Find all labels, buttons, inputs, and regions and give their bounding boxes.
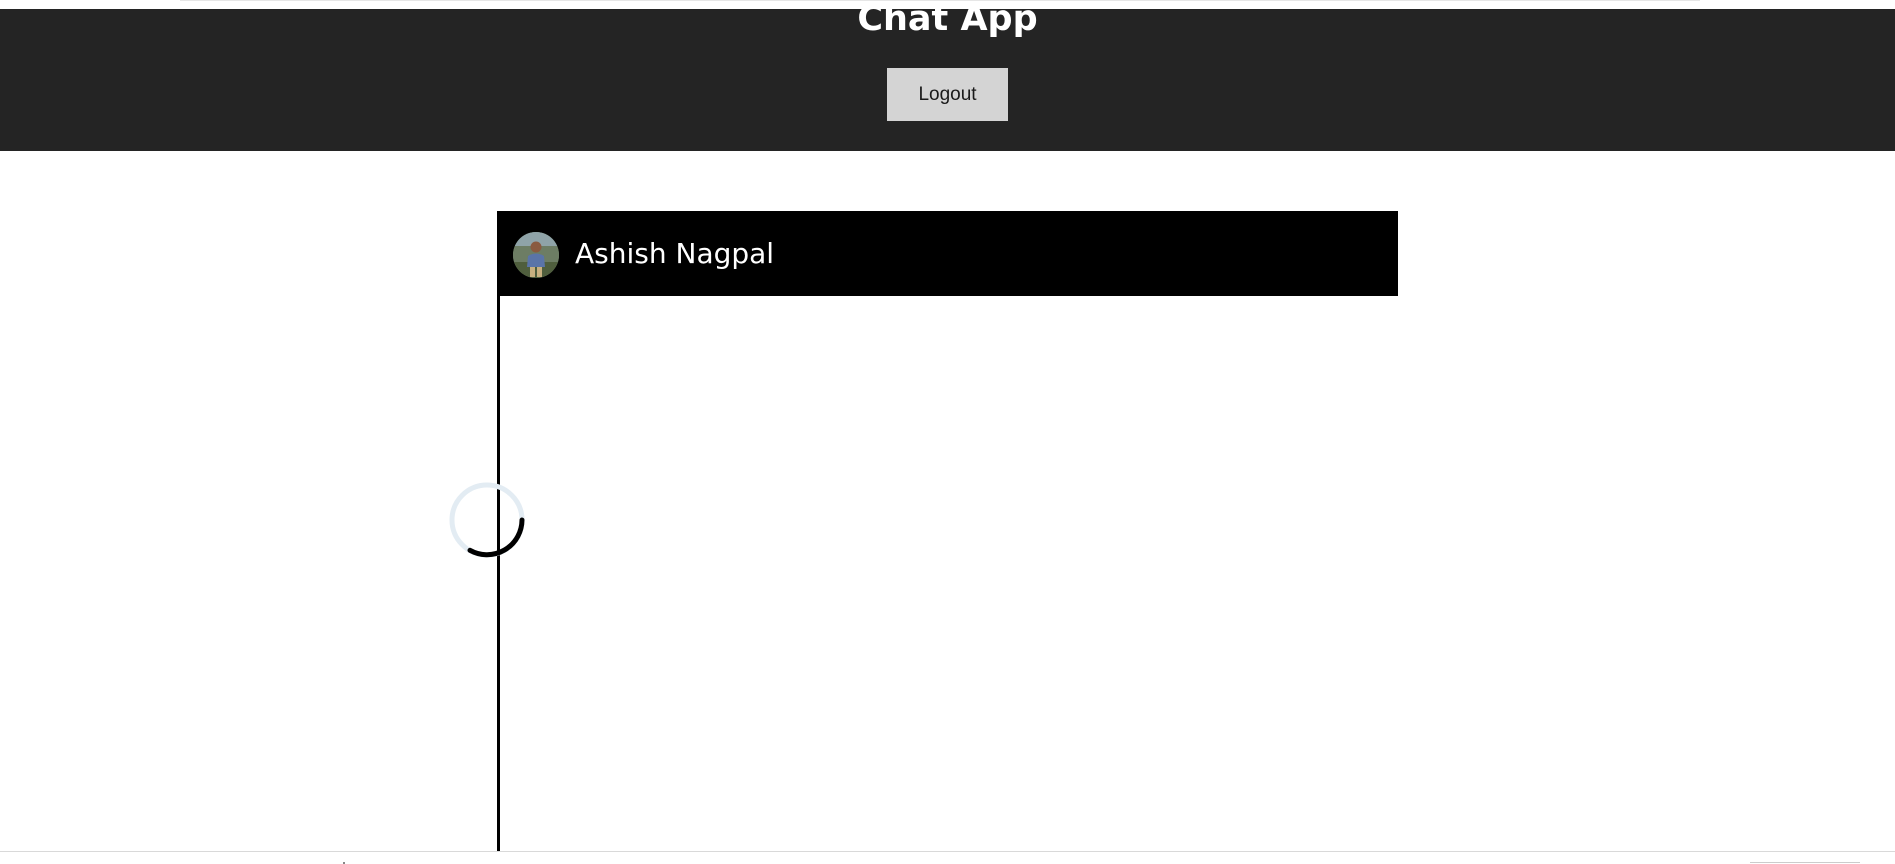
chat-header: Ashish Nagpal <box>500 211 1398 296</box>
chat-panel: Ashish Nagpal <box>497 211 1398 864</box>
contact-name[interactable]: Ashish Nagpal <box>575 234 774 274</box>
bottom-bar <box>0 851 1895 864</box>
messages-area <box>500 296 1398 856</box>
chat-app-page: Chat App Logout Ashish Nagpal <box>0 0 1895 864</box>
loading-spinner-icon <box>449 482 525 558</box>
app-header: Chat App Logout <box>0 0 1895 151</box>
app-title: Chat App <box>857 0 1038 39</box>
contact-avatar-icon[interactable] <box>513 232 559 278</box>
logout-button[interactable]: Logout <box>887 68 1008 121</box>
